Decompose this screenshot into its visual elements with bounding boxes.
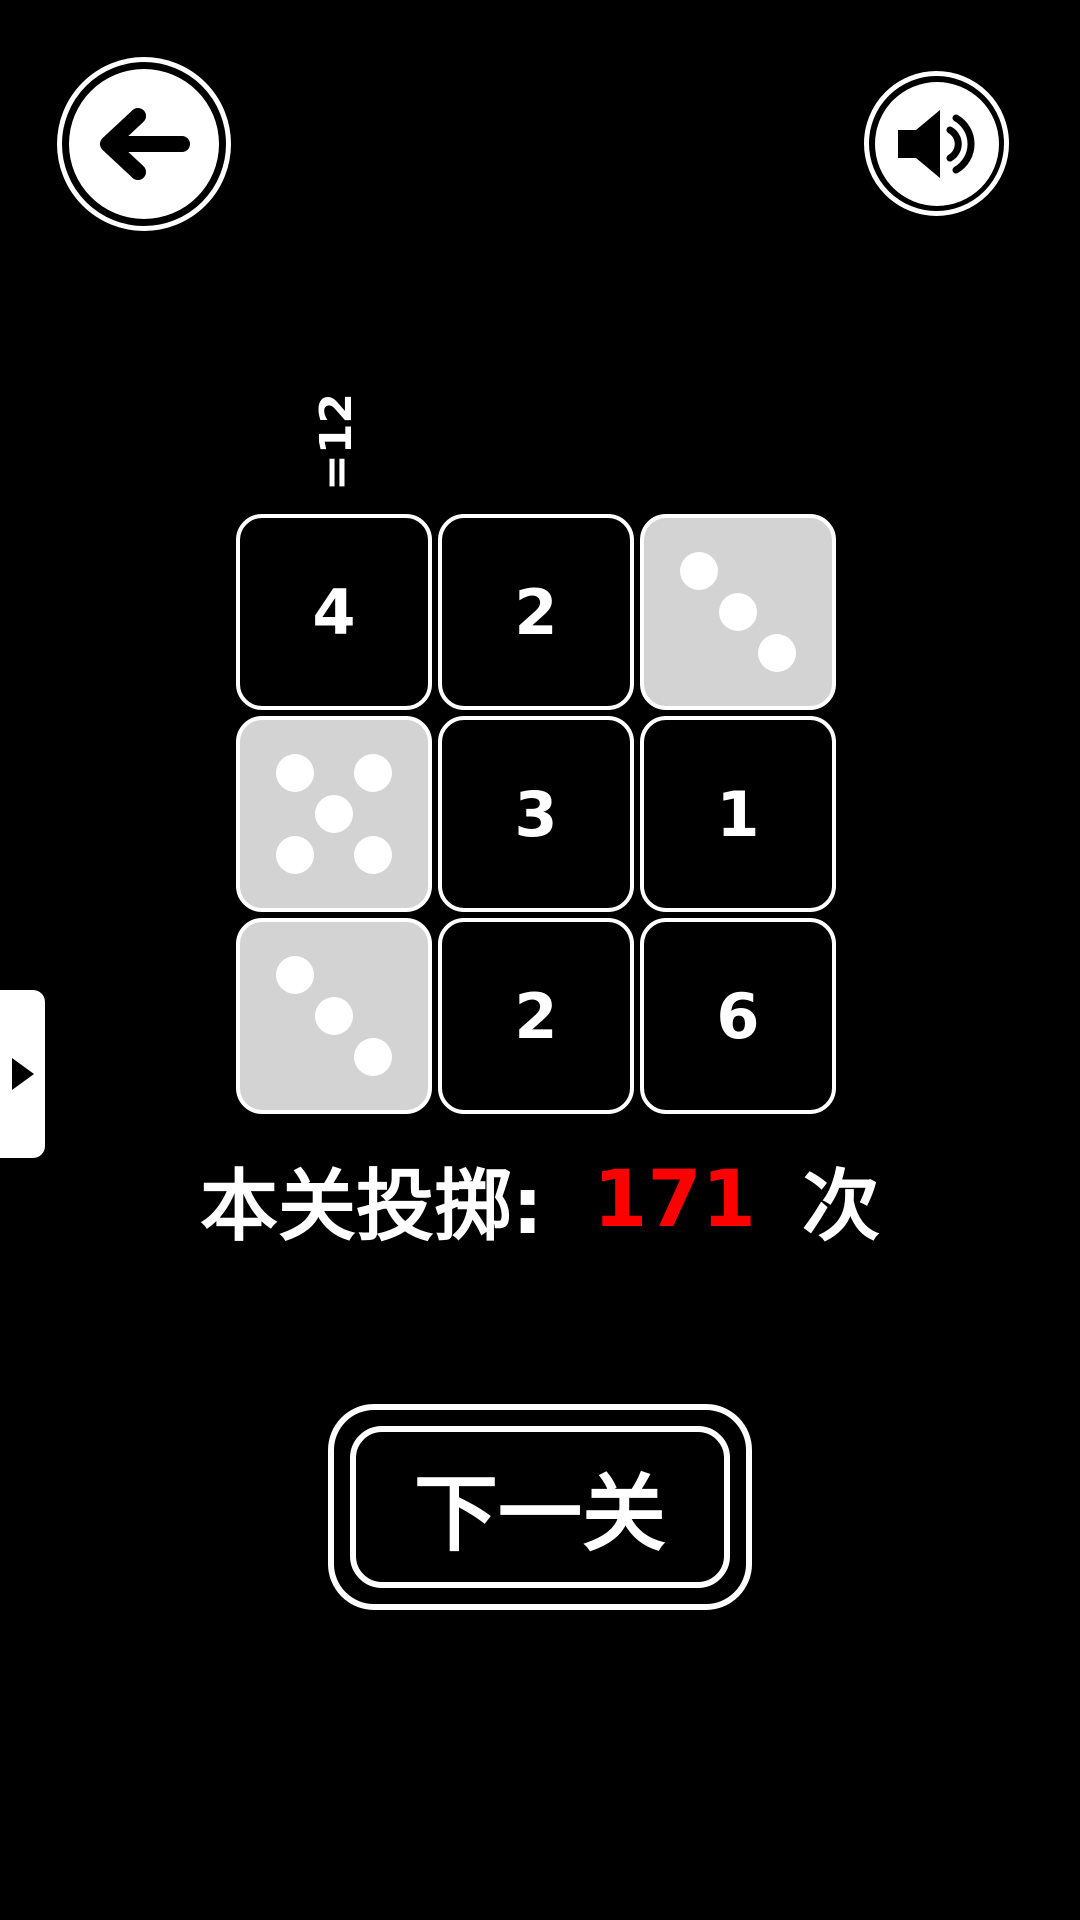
number-cell[interactable]: 2: [438, 918, 634, 1114]
die-pip: [679, 551, 718, 590]
cell-number: 2: [514, 575, 558, 649]
number-cell[interactable]: 6: [640, 918, 836, 1114]
throw-counter-unit: 次: [802, 1162, 881, 1252]
sound-button-face: [874, 81, 999, 206]
number-cell[interactable]: 3: [438, 716, 634, 912]
die-pip: [354, 753, 393, 792]
die-cell[interactable]: [236, 918, 432, 1114]
die-pip: [354, 836, 393, 875]
die-cell[interactable]: [236, 716, 432, 912]
arrow-left-icon: [100, 108, 190, 180]
die-cell[interactable]: [640, 514, 836, 710]
next-level-label: 下一关: [350, 1426, 730, 1588]
back-button-face: [69, 69, 219, 219]
die-pip: [315, 997, 353, 1035]
cell-number: 1: [716, 777, 760, 851]
next-level-button[interactable]: 下一关: [328, 1404, 752, 1610]
column-sum-label: =12: [310, 392, 362, 492]
die-pip: [758, 634, 797, 673]
dice-board: 4 2 3 1 2 6: [236, 514, 836, 1114]
die-pip: [275, 753, 314, 792]
die-pip: [315, 795, 353, 833]
back-button[interactable]: [57, 57, 231, 231]
throw-counter-label: 本关投掷:: [199, 1162, 544, 1252]
number-cell[interactable]: 4: [236, 514, 432, 710]
die-pip: [275, 955, 314, 994]
cell-number: 2: [514, 979, 558, 1053]
side-drawer-tab[interactable]: [0, 990, 45, 1158]
play-triangle-icon: [11, 1058, 34, 1090]
speaker-icon: [897, 109, 975, 178]
number-cell[interactable]: 2: [438, 514, 634, 710]
cell-number: 3: [514, 777, 558, 851]
number-cell[interactable]: 1: [640, 716, 836, 912]
cell-number: 6: [716, 979, 760, 1053]
die-pip: [354, 1038, 393, 1077]
die-pip: [275, 836, 314, 875]
throw-counter-value: 171: [593, 1155, 756, 1245]
sound-toggle-button[interactable]: [864, 71, 1009, 216]
throw-counter: 本关投掷: 171 次: [0, 1150, 1080, 1252]
cell-number: 4: [312, 575, 356, 649]
die-pip: [719, 593, 757, 631]
